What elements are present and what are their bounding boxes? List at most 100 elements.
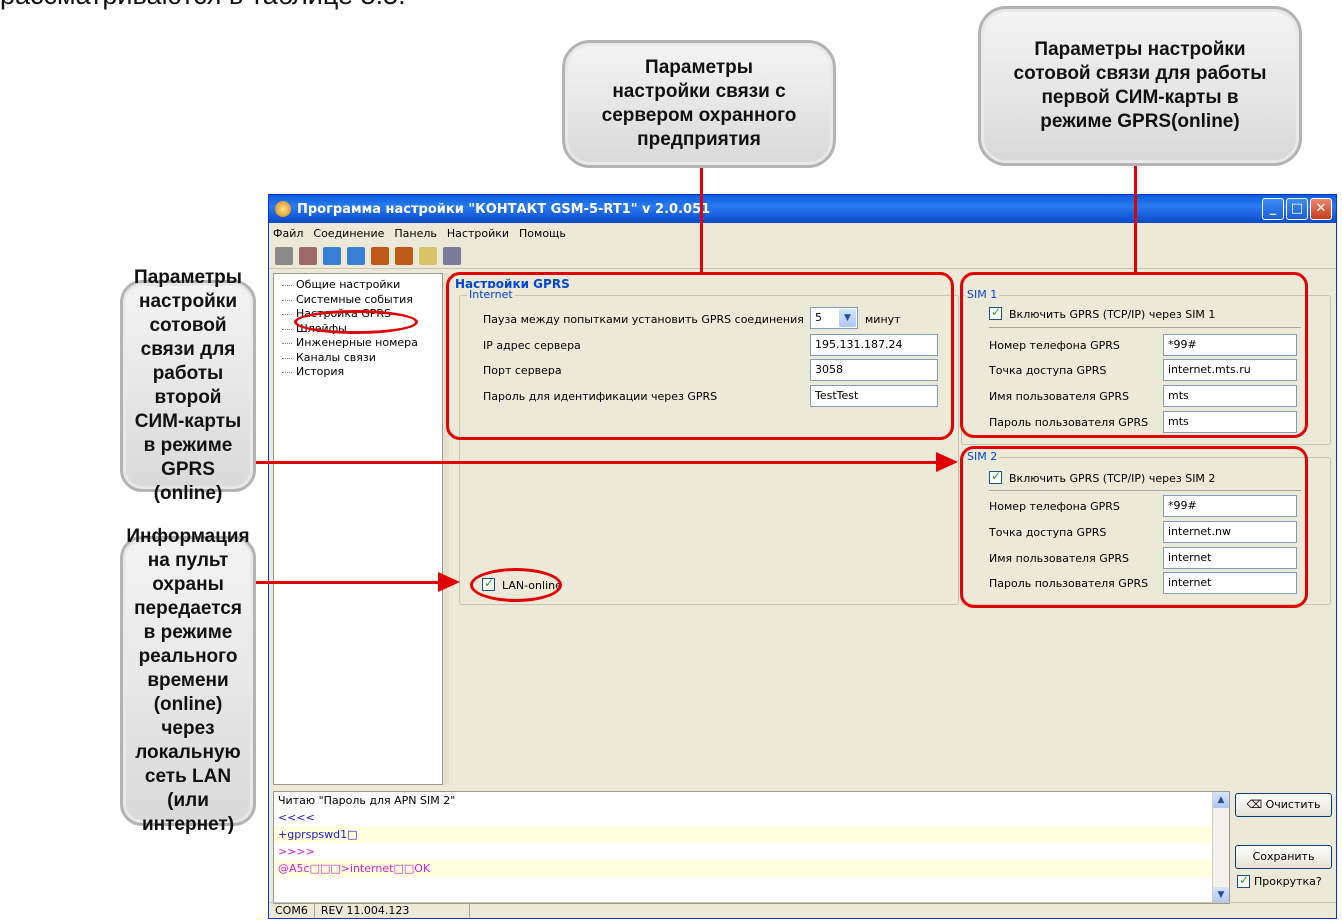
sim2-enable-checkbox[interactable] xyxy=(989,469,1002,484)
scroll-label: Прокрутка? xyxy=(1254,875,1322,888)
write-mail-icon[interactable] xyxy=(347,246,365,265)
callout-sim2: Параметры настройки сотовой связи для ра… xyxy=(120,267,256,504)
maximize-icon[interactable]: □ xyxy=(1286,198,1308,220)
sim2-group-title: SIM 2 xyxy=(965,450,1000,463)
sim2-apn-input[interactable]: internet.nw xyxy=(1163,521,1297,543)
log-line: <<<< xyxy=(278,811,315,824)
scroll-checkbox[interactable] xyxy=(1237,873,1250,888)
tree-item-loops[interactable]: Шлейфы xyxy=(280,322,442,337)
sim1-user-label: Имя пользователя GPRS xyxy=(989,390,1129,403)
sim1-pass-label: Пароль пользователя GPRS xyxy=(989,416,1149,429)
callout-lan: Информация на пульт охраны передается в … xyxy=(120,526,256,835)
tree-item-engineer-numbers[interactable]: Инженерные номера xyxy=(280,336,442,351)
ip-label: IP адрес сервера xyxy=(483,339,581,352)
disconnect-icon[interactable] xyxy=(299,246,317,265)
log-line: +gprspswd1□ xyxy=(274,826,1229,843)
menu-panel[interactable]: Панель xyxy=(394,227,437,240)
save-button[interactable]: Сохранить xyxy=(1235,845,1332,869)
clear-button[interactable]: ⌫ Очистить xyxy=(1235,793,1332,817)
close-icon[interactable]: ✕ xyxy=(1310,198,1332,220)
scroll-up-icon[interactable]: ▲ xyxy=(1213,792,1229,808)
sim1-enable-checkbox[interactable] xyxy=(989,305,1002,320)
minimize-icon[interactable]: _ xyxy=(1262,198,1284,220)
sim1-phone-input[interactable]: *99# xyxy=(1163,334,1297,356)
sim2-apn-label: Точка доступа GPRS xyxy=(989,526,1107,539)
menu-bar: Файл Соединение Панель Настройки Помощь xyxy=(269,223,1336,243)
arrow-sim2-head xyxy=(936,452,958,472)
wizard-icon[interactable] xyxy=(443,246,461,265)
pause-select[interactable]: 5 ▼ xyxy=(810,307,858,329)
chevron-down-icon[interactable]: ▼ xyxy=(839,309,856,327)
window-title: Программа настройки "КОНТАКТ GSM-5-RT1" … xyxy=(297,201,711,217)
log-line: @A5c□□□>internet□□OK xyxy=(274,860,1229,877)
sim2-phone-label: Номер телефона GPRS xyxy=(989,500,1120,513)
status-port: COM6 xyxy=(269,903,315,918)
sim1-pass-input[interactable]: mts xyxy=(1163,411,1297,433)
pause-unit: минут xyxy=(865,313,901,326)
connect-icon[interactable] xyxy=(275,246,293,265)
tree-item-channels[interactable]: Каналы связи xyxy=(280,351,442,366)
pause-label: Пауза между попытками установить GPRS со… xyxy=(483,313,804,326)
notes-icon[interactable] xyxy=(419,246,437,265)
callout-server: Параметры настройки связи с сервером охр… xyxy=(562,40,836,168)
sim2-user-input[interactable]: internet xyxy=(1163,547,1297,569)
password-input[interactable]: TestTest xyxy=(810,385,938,407)
lan-checkbox[interactable] xyxy=(482,576,495,591)
settings-tree: Общие настройки Системные события Настро… xyxy=(273,273,443,785)
menu-settings[interactable]: Настройки xyxy=(447,227,509,240)
log-panel: Читаю "Пароль для APN SIM 2" <<<< +gprsp… xyxy=(273,791,1230,904)
app-window: Программа настройки "КОНТАКТ GSM-5-RT1" … xyxy=(268,194,1337,919)
clear-button-label: Очистить xyxy=(1265,798,1321,811)
tree-item-system-events[interactable]: Системные события xyxy=(280,293,442,308)
arrow-lan-line xyxy=(256,581,440,584)
connector-server xyxy=(700,168,703,272)
tree-item-general[interactable]: Общие настройки xyxy=(280,278,442,293)
callout-sim2-text: Параметры настройки сотовой связи для ра… xyxy=(134,267,242,504)
vertical-splitter[interactable] xyxy=(443,273,449,785)
tree-item-gprs[interactable]: Настройка GPRS xyxy=(280,307,442,322)
read-mail-icon[interactable] xyxy=(323,246,341,265)
sim2-pass-label: Пароль пользователя GPRS xyxy=(989,577,1149,590)
callout-server-text: Параметры настройки связи с сервером охр… xyxy=(601,57,797,150)
menu-file[interactable]: Файл xyxy=(273,227,303,240)
pause-value: 5 xyxy=(815,311,822,324)
sim2-user-label: Имя пользователя GPRS xyxy=(989,552,1129,565)
arrow-sim2-line xyxy=(256,461,938,464)
sim1-group-title: SIM 1 xyxy=(965,288,1000,301)
internet-group-title: Internet xyxy=(467,288,515,301)
callout-lan-text: Информация на пульт охраны передается в … xyxy=(126,526,250,835)
log-scrollbar[interactable]: ▲ ▼ xyxy=(1212,792,1229,903)
password-label: Пароль для идентификации через GPRS xyxy=(483,390,718,403)
menu-connection[interactable]: Соединение xyxy=(313,227,384,240)
sim1-apn-label: Точка доступа GPRS xyxy=(989,364,1107,377)
callout-sim1-text: Параметры настройки сотовой связи для ра… xyxy=(1013,39,1267,132)
sim1-user-input[interactable]: mts xyxy=(1163,385,1297,407)
sim1-apn-input[interactable]: internet.mts.ru xyxy=(1163,359,1297,381)
log-line: Читаю "Пароль для APN SIM 2" xyxy=(278,794,456,807)
ip-input[interactable]: 195.131.187.24 xyxy=(810,334,938,356)
menu-help[interactable]: Помощь xyxy=(519,227,566,240)
callout-sim1: Параметры настройки сотовой связи для ра… xyxy=(978,6,1302,166)
title-bar[interactable]: Программа настройки "КОНТАКТ GSM-5-RT1" … xyxy=(269,195,1336,223)
write-panel-icon[interactable] xyxy=(395,246,413,265)
window-controls: _ □ ✕ xyxy=(1262,198,1336,220)
port-input[interactable]: 3058 xyxy=(810,359,938,381)
sim1-phone-label: Номер телефона GPRS xyxy=(989,339,1120,352)
arrow-lan-head xyxy=(438,572,460,592)
sim1-enable-label: Включить GPRS (TCP/IP) через SIM 1 xyxy=(1009,308,1216,321)
app-icon xyxy=(275,201,291,217)
connector-sim1 xyxy=(1134,166,1137,272)
status-bar: COM6 REV 11.004.123 xyxy=(269,902,1336,918)
eraser-icon: ⌫ xyxy=(1246,798,1266,811)
sim2-enable-label: Включить GPRS (TCP/IP) через SIM 2 xyxy=(1009,472,1216,485)
tree-item-history[interactable]: История xyxy=(280,365,442,380)
port-label: Порт сервера xyxy=(483,364,562,377)
sim2-phone-input[interactable]: *99# xyxy=(1163,495,1297,517)
status-revision: REV 11.004.123 xyxy=(315,903,471,918)
scroll-down-icon[interactable]: ▼ xyxy=(1213,887,1229,903)
sim1-separator xyxy=(989,327,1301,328)
sim2-pass-input[interactable]: internet xyxy=(1163,572,1297,594)
read-panel-icon[interactable] xyxy=(371,246,389,265)
lan-label: LAN-online xyxy=(502,579,562,592)
toolbar xyxy=(269,243,1336,269)
